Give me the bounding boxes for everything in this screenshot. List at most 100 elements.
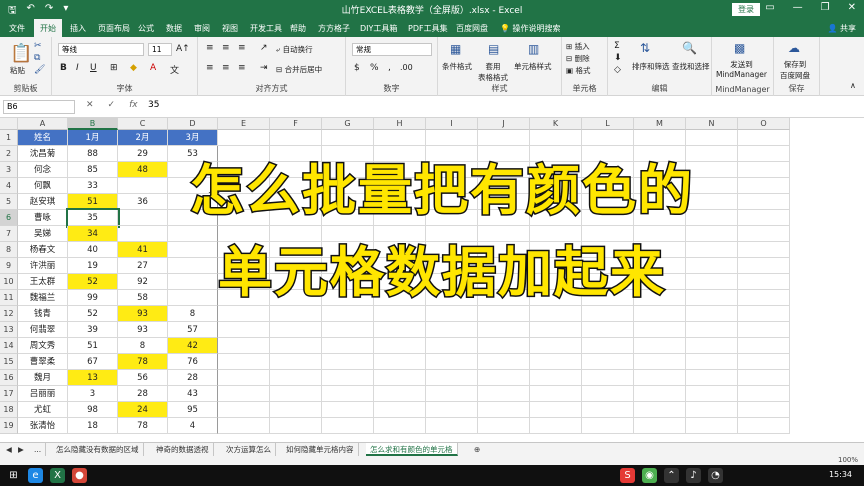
empty-cell[interactable]	[634, 354, 686, 370]
cancel-icon[interactable]: ✕	[86, 100, 94, 110]
empty-cell[interactable]	[686, 402, 738, 418]
empty-cell[interactable]	[270, 306, 322, 322]
value-cell[interactable]: 99	[68, 290, 118, 306]
border-icon[interactable]: ⊞	[110, 63, 118, 73]
sheet-tab[interactable]: 怎么求和有颜色的单元格	[366, 443, 458, 456]
decimal-icon[interactable]: .00	[400, 63, 413, 72]
value-cell[interactable]: 93	[118, 306, 168, 322]
empty-cell[interactable]	[738, 146, 790, 162]
empty-cell[interactable]	[218, 226, 270, 242]
empty-cell[interactable]	[738, 370, 790, 386]
value-cell[interactable]: 42	[168, 338, 218, 354]
column-header-h[interactable]: H	[374, 118, 426, 130]
empty-cell[interactable]	[738, 290, 790, 306]
format-table-button[interactable]: 套用 表格格式	[478, 61, 508, 83]
empty-cell[interactable]	[530, 418, 582, 434]
empty-cell[interactable]	[686, 322, 738, 338]
formula-input[interactable]: 35	[148, 100, 159, 110]
underline-icon[interactable]: U	[90, 63, 97, 73]
row-header-5[interactable]: 5	[0, 194, 18, 210]
empty-cell[interactable]	[530, 386, 582, 402]
mindmanager-icon[interactable]: ▩	[734, 41, 745, 55]
sheet-tab[interactable]: 次方运算怎么	[222, 443, 276, 456]
name-cell[interactable]: 何念	[18, 162, 68, 178]
empty-cell[interactable]	[322, 418, 374, 434]
empty-cell[interactable]	[738, 162, 790, 178]
empty-cell[interactable]	[582, 370, 634, 386]
function-icon[interactable]: fx	[129, 100, 138, 110]
value-cell[interactable]: 58	[118, 290, 168, 306]
value-cell[interactable]: 56	[118, 370, 168, 386]
empty-cell[interactable]	[686, 338, 738, 354]
empty-cell[interactable]	[270, 402, 322, 418]
find-select-icon[interactable]: 🔍	[682, 41, 697, 55]
empty-cell[interactable]	[686, 418, 738, 434]
value-cell[interactable]: 40	[68, 242, 118, 258]
sheet-tab[interactable]: 神奇的数据透视	[152, 443, 214, 456]
empty-cell[interactable]	[218, 354, 270, 370]
empty-cell[interactable]	[530, 226, 582, 242]
empty-cell[interactable]	[582, 354, 634, 370]
value-cell[interactable]: 33	[68, 178, 118, 194]
empty-cell[interactable]	[322, 370, 374, 386]
share-button[interactable]: 👤 共享	[827, 23, 856, 34]
value-cell[interactable]: 4	[168, 418, 218, 434]
empty-cell[interactable]	[426, 418, 478, 434]
empty-cell[interactable]	[530, 322, 582, 338]
empty-cell[interactable]	[218, 322, 270, 338]
sheet-tab[interactable]: 如何隐藏单元格内容	[282, 443, 359, 456]
empty-cell[interactable]	[270, 354, 322, 370]
empty-cell[interactable]	[478, 322, 530, 338]
value-cell[interactable]: 36	[118, 194, 168, 210]
empty-cell[interactable]	[478, 306, 530, 322]
value-cell[interactable]: 76	[168, 354, 218, 370]
align-left-icon[interactable]: ≡	[206, 63, 214, 73]
empty-cell[interactable]	[738, 386, 790, 402]
send-mindmanager-button[interactable]: 发送到 MindManager	[716, 59, 767, 79]
empty-cell[interactable]	[634, 338, 686, 354]
empty-cell[interactable]	[530, 354, 582, 370]
value-cell[interactable]: 19	[68, 258, 118, 274]
value-cell[interactable]: 52	[68, 274, 118, 290]
value-cell[interactable]: 29	[118, 146, 168, 162]
italic-icon[interactable]: I	[76, 63, 79, 73]
value-cell[interactable]: 28	[168, 370, 218, 386]
empty-cell[interactable]	[478, 418, 530, 434]
sort-filter-button[interactable]: 排序和筛选	[632, 61, 670, 72]
cell-styles-icon[interactable]: ▥	[528, 42, 539, 56]
value-cell[interactable]: 48	[118, 162, 168, 178]
value-cell[interactable]: 27	[118, 258, 168, 274]
empty-cell[interactable]	[426, 338, 478, 354]
empty-cell[interactable]	[322, 338, 374, 354]
align-top-icon[interactable]: ≡	[206, 43, 214, 53]
column-header-d[interactable]: D	[168, 118, 218, 130]
row-header-18[interactable]: 18	[0, 402, 18, 418]
indent-icon[interactable]: ⇥	[260, 63, 268, 73]
name-cell[interactable]: 吴娣	[18, 226, 68, 242]
empty-cell[interactable]	[322, 354, 374, 370]
format-painter-icon[interactable]: 🖌	[34, 65, 45, 75]
empty-cell[interactable]	[426, 130, 478, 146]
empty-cell[interactable]	[374, 418, 426, 434]
name-cell[interactable]: 魏福兰	[18, 290, 68, 306]
empty-cell[interactable]	[218, 418, 270, 434]
merge-center-button[interactable]: ⊟ 合并后居中	[276, 64, 322, 75]
volume-icon[interactable]: ♪	[686, 468, 701, 483]
copy-icon[interactable]: ⧉	[34, 53, 40, 63]
row-header-3[interactable]: 3	[0, 162, 18, 178]
name-box[interactable]: B6	[3, 100, 75, 114]
row-header-1[interactable]: 1	[0, 130, 18, 146]
sheet-nav-next-icon[interactable]: ▶	[14, 443, 28, 456]
value-cell[interactable]	[118, 210, 168, 226]
empty-cell[interactable]	[218, 386, 270, 402]
empty-cell[interactable]	[634, 402, 686, 418]
maximize-icon[interactable]: ❐	[821, 2, 830, 13]
empty-cell[interactable]	[218, 306, 270, 322]
empty-cell[interactable]	[634, 226, 686, 242]
value-cell[interactable]: 24	[118, 402, 168, 418]
name-cell[interactable]: 曹咏	[18, 210, 68, 226]
row-header-15[interactable]: 15	[0, 354, 18, 370]
empty-cell[interactable]	[270, 130, 322, 146]
excel-taskbar-icon[interactable]: X	[50, 468, 65, 483]
empty-cell[interactable]	[478, 402, 530, 418]
